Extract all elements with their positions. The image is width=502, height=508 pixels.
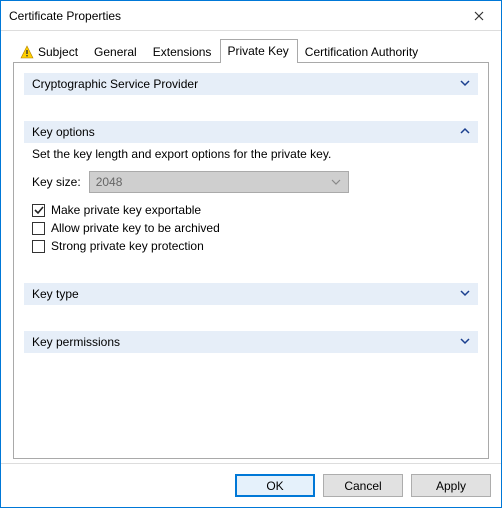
checkbox-strong-protection[interactable]: Strong private key protection [32,239,470,253]
button-label: OK [266,479,283,493]
section-csp-title: Cryptographic Service Provider [32,77,460,91]
tab-label-extensions: Extensions [153,45,212,59]
chevron-up-icon [460,125,470,139]
titlebar: Certificate Properties [1,1,501,31]
tab-label-subject: Subject [38,45,78,59]
checkmark-icon [34,205,44,215]
checkbox-exportable[interactable]: Make private key exportable [32,203,470,217]
tab-extensions[interactable]: Extensions [146,40,221,63]
chevron-down-icon [328,174,344,190]
chevron-down-icon [460,77,470,91]
checkbox-label: Allow private key to be archived [51,221,220,235]
chevron-down-icon [460,335,470,349]
key-size-value: 2048 [96,175,123,189]
checkbox-label: Strong private key protection [51,239,204,253]
tab-panel-private-key: Cryptographic Service Provider Key optio… [13,62,489,459]
key-size-row: Key size: 2048 [32,171,470,193]
dialog-footer: OK Cancel Apply [1,463,501,507]
window-title: Certificate Properties [1,9,456,23]
section-csp-header[interactable]: Cryptographic Service Provider [24,73,478,95]
spacer [24,257,478,275]
tab-cert-authority[interactable]: Certification Authority [298,40,427,63]
key-size-label: Key size: [32,175,81,189]
section-key-type-header[interactable]: Key type [24,283,478,305]
tab-label-private-key: Private Key [227,44,288,58]
warning-icon [20,45,34,59]
key-options-description: Set the key length and export options fo… [32,147,470,161]
section-key-options-header[interactable]: Key options [24,121,478,143]
tab-label-general: General [94,45,137,59]
spacer [24,305,478,323]
button-label: Cancel [344,479,381,493]
checkbox-box [32,222,45,235]
certificate-properties-window: Certificate Properties Subject General E… [0,0,502,508]
tab-strip: Subject General Extensions Private Key C… [13,39,489,63]
cancel-button[interactable]: Cancel [323,474,403,497]
checkbox-archive[interactable]: Allow private key to be archived [32,221,470,235]
apply-button[interactable]: Apply [411,474,491,497]
section-key-type-title: Key type [32,287,460,301]
section-key-permissions-title: Key permissions [32,335,460,349]
section-key-permissions-header[interactable]: Key permissions [24,331,478,353]
tab-label-cert-authority: Certification Authority [305,45,418,59]
chevron-down-icon [460,287,470,301]
checkbox-box [32,204,45,217]
checkbox-box [32,240,45,253]
spacer [24,95,478,113]
dialog-content: Subject General Extensions Private Key C… [1,31,501,463]
section-key-options-body: Set the key length and export options fo… [24,147,478,253]
button-label: Apply [436,479,466,493]
close-icon [474,11,484,21]
tab-subject[interactable]: Subject [13,40,87,63]
tab-general[interactable]: General [87,40,146,63]
ok-button[interactable]: OK [235,474,315,497]
close-button[interactable] [456,1,501,30]
tab-private-key[interactable]: Private Key [220,39,297,63]
section-key-options-title: Key options [32,125,460,139]
key-size-combo[interactable]: 2048 [89,171,349,193]
checkbox-label: Make private key exportable [51,203,201,217]
